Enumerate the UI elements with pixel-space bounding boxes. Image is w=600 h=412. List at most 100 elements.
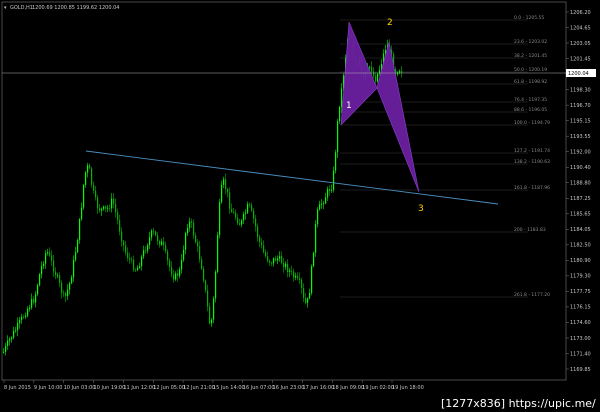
price-tick-label: 1195.15 bbox=[570, 118, 591, 124]
candle-body bbox=[65, 293, 67, 297]
candle-body bbox=[337, 121, 339, 153]
candle-body bbox=[289, 270, 291, 272]
candle-body bbox=[249, 204, 251, 206]
time-tick-label: 19 Jun 02:00 bbox=[362, 385, 394, 391]
candle-body bbox=[377, 73, 379, 82]
time-tick-label: 16 Jun 23:00 bbox=[273, 385, 305, 391]
time-tick-label: 18 Jun 09:00 bbox=[332, 385, 364, 391]
price-tick-label: 1184.05 bbox=[570, 227, 591, 233]
candle-body bbox=[299, 278, 301, 280]
candle-body bbox=[275, 258, 277, 261]
price-tick-label: 1201.45 bbox=[570, 56, 591, 62]
candle-body bbox=[177, 273, 179, 276]
candle-body bbox=[87, 165, 89, 173]
candle-body bbox=[5, 345, 7, 352]
price-tick-label: 1192.00 bbox=[570, 149, 591, 155]
price-chart[interactable]: ▾ GOLD,H1 1200.69 1200.85 1199.62 1200.0… bbox=[0, 0, 600, 412]
candle-body bbox=[57, 275, 59, 277]
candle-body bbox=[49, 252, 51, 256]
candle-body bbox=[71, 277, 73, 284]
candle-body bbox=[339, 106, 341, 122]
candle-body bbox=[13, 331, 15, 338]
fib-level-label: 0.0 - 1205.55 bbox=[514, 15, 544, 21]
candle-body bbox=[137, 267, 139, 271]
candle-body bbox=[45, 253, 47, 264]
candle-body bbox=[135, 269, 137, 271]
candle-body bbox=[307, 298, 309, 303]
price-tick-label: 1169.85 bbox=[570, 367, 591, 373]
symbol-timeframe: GOLD,H1 bbox=[10, 5, 33, 11]
candle-body bbox=[115, 204, 117, 213]
pattern-point-2-label: 2 bbox=[387, 18, 393, 28]
candle-body bbox=[221, 184, 223, 203]
candle-body bbox=[29, 307, 31, 309]
candle-body bbox=[311, 266, 313, 293]
candle-body bbox=[127, 252, 129, 259]
candle-body bbox=[235, 212, 237, 218]
candle-body bbox=[239, 223, 241, 225]
price-tick-label: 1196.70 bbox=[570, 103, 591, 109]
candle-body bbox=[305, 297, 307, 303]
candle-body bbox=[295, 275, 297, 278]
candle-body bbox=[281, 256, 283, 263]
price-tick-label: 1182.50 bbox=[570, 243, 591, 249]
candle-body bbox=[247, 204, 249, 213]
candle-body bbox=[285, 263, 287, 268]
candle-body bbox=[209, 306, 211, 324]
candle-body bbox=[319, 204, 321, 210]
candle-body bbox=[315, 224, 317, 253]
candle-body bbox=[371, 66, 373, 72]
watermark-text: [1277x836] https://upic.me/ bbox=[441, 397, 596, 410]
candle-body bbox=[211, 319, 213, 324]
candle-body bbox=[117, 212, 119, 221]
candle-body bbox=[181, 259, 183, 270]
candle-body bbox=[59, 275, 61, 283]
candle-body bbox=[109, 207, 111, 209]
candle-body bbox=[35, 294, 37, 303]
price-tick-label: 1204.65 bbox=[570, 25, 591, 31]
candle-body bbox=[15, 330, 17, 332]
candle-body bbox=[167, 251, 169, 261]
candle-body bbox=[111, 198, 113, 209]
fib-level-label: 23.6 - 1203.02 bbox=[514, 39, 547, 45]
fib-level-label: 261.8 - 1177.20 bbox=[514, 292, 550, 298]
candle-body bbox=[69, 283, 71, 290]
candle-body bbox=[125, 245, 127, 253]
candle-body bbox=[17, 323, 19, 331]
fib-level-label: 38.2 - 1201.45 bbox=[514, 53, 547, 59]
candle-body bbox=[23, 316, 25, 318]
candle-body bbox=[97, 197, 99, 209]
candle-body bbox=[187, 227, 189, 234]
candle-body bbox=[55, 271, 57, 276]
candle-body bbox=[11, 337, 13, 340]
pattern-point-3-label: 3 bbox=[418, 204, 424, 214]
candle-body bbox=[61, 282, 63, 293]
candle-body bbox=[73, 259, 75, 278]
candle-body bbox=[327, 189, 329, 198]
candle-body bbox=[179, 269, 181, 276]
candle-body bbox=[43, 263, 45, 266]
candle-body bbox=[193, 222, 195, 236]
price-tick-label: 1193.55 bbox=[570, 134, 591, 140]
candle-body bbox=[89, 165, 91, 169]
candle-body bbox=[215, 271, 217, 299]
price-tick-label: 1206.20 bbox=[570, 10, 591, 16]
candle-body bbox=[143, 250, 145, 257]
candle-body bbox=[101, 208, 103, 211]
candle-body bbox=[81, 207, 83, 220]
candle-body bbox=[341, 88, 343, 107]
candle-body bbox=[119, 220, 121, 232]
ohlc-readout: 1200.69 1200.85 1199.62 1200.04 bbox=[32, 5, 119, 11]
fib-level-label: 161.8 - 1187.96 bbox=[514, 185, 550, 191]
candle-body bbox=[157, 235, 159, 242]
candle-body bbox=[129, 258, 131, 260]
candle-body bbox=[267, 256, 269, 261]
candle-body bbox=[99, 208, 101, 211]
candle-body bbox=[197, 242, 199, 247]
candle-body bbox=[263, 245, 265, 253]
candle-body bbox=[145, 250, 147, 252]
current-price-value: 1200.04 bbox=[568, 71, 589, 77]
candle-body bbox=[253, 210, 255, 219]
candle-body bbox=[175, 273, 177, 280]
candle-body bbox=[147, 245, 149, 251]
